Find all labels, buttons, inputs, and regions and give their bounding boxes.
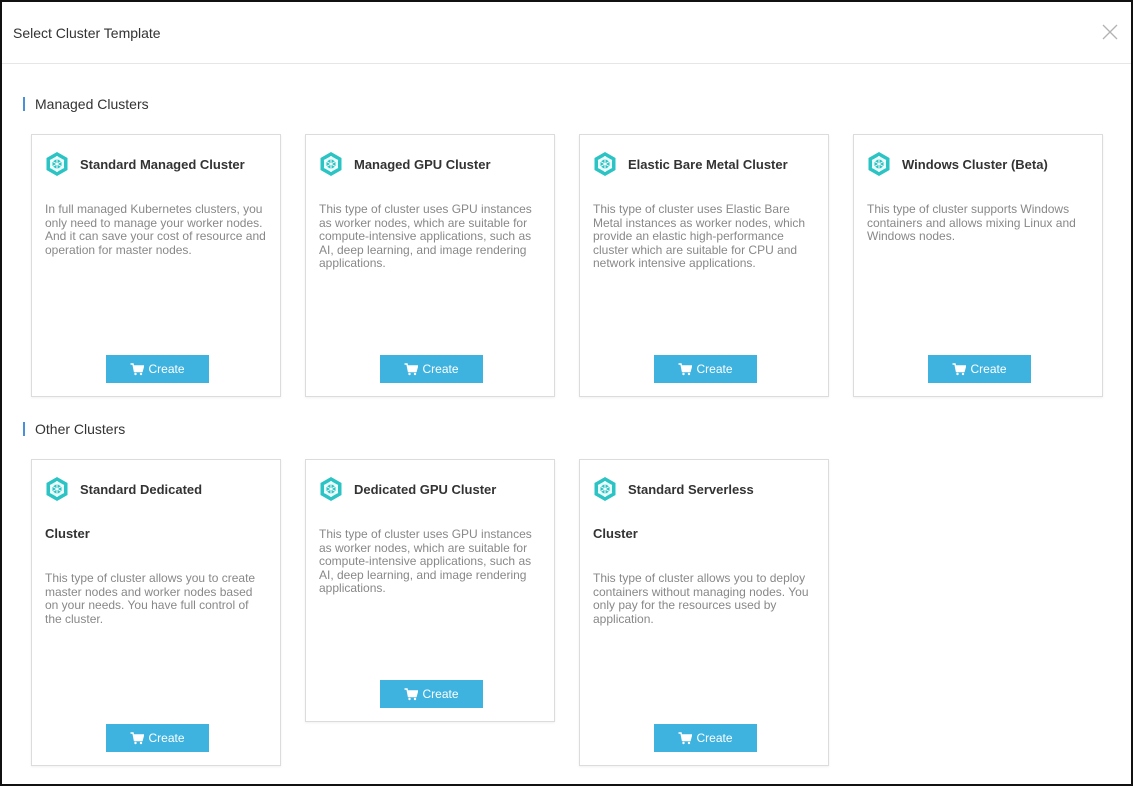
card-description: In full managed Kubernetes clusters, you…	[45, 202, 266, 257]
create-standard-managed-button[interactable]: Create	[106, 355, 209, 383]
cart-icon	[952, 362, 967, 376]
create-dedicated-gpu-button[interactable]: Create	[380, 680, 483, 708]
cluster-hexagon-icon	[320, 151, 342, 177]
close-icon	[1102, 24, 1118, 40]
card-title: Windows Cluster (Beta)	[902, 157, 1048, 172]
card-title: Standard Managed Cluster	[80, 157, 245, 172]
card-elastic-bare-metal-cluster: Elastic Bare Metal Cluster This type of …	[579, 134, 829, 397]
create-managed-gpu-button[interactable]: Create	[380, 355, 483, 383]
cart-icon	[404, 687, 419, 701]
create-button-label: Create	[696, 731, 733, 745]
create-button-label: Create	[148, 731, 185, 745]
card-windows-cluster: Windows Cluster (Beta) This type of clus…	[853, 134, 1103, 397]
card-title: Standard Dedicated	[80, 482, 203, 497]
cluster-hexagon-icon	[594, 476, 616, 502]
dialog-title: Select Cluster Template	[13, 25, 161, 41]
card-dedicated-gpu-cluster: Dedicated GPU Cluster This type of clust…	[305, 459, 555, 722]
create-button-label: Create	[422, 687, 459, 701]
create-windows-button[interactable]: Create	[928, 355, 1031, 383]
card-title: Managed GPU Cluster	[354, 157, 491, 172]
cluster-hexagon-icon	[46, 476, 68, 502]
card-title: Dedicated GPU Cluster	[354, 482, 497, 497]
card-managed-gpu-cluster: Managed GPU Cluster This type of cluster…	[305, 134, 555, 397]
cluster-hexagon-icon	[594, 151, 616, 177]
create-button-label: Create	[422, 362, 459, 376]
card-title: Standard Serverless	[628, 482, 754, 497]
card-title-line2: Cluster	[593, 526, 638, 541]
card-title: Elastic Bare Metal Cluster	[628, 157, 788, 172]
cluster-hexagon-icon	[46, 151, 68, 177]
card-description: This type of cluster uses Elastic Bare M…	[593, 202, 806, 270]
section-title-managed: Managed Clusters	[23, 96, 149, 112]
create-standard-dedicated-button[interactable]: Create	[106, 724, 209, 752]
card-description: This type of cluster allows you to deplo…	[593, 571, 809, 626]
card-description: This type of cluster uses GPU instances …	[319, 527, 532, 595]
card-description: This type of cluster allows you to creat…	[45, 571, 256, 626]
card-standard-serverless-cluster: Standard Serverless Cluster This type of…	[579, 459, 829, 766]
cart-icon	[678, 362, 693, 376]
card-description: This type of cluster supports Windows co…	[867, 202, 1076, 243]
create-button-label: Create	[148, 362, 185, 376]
cluster-hexagon-icon	[868, 151, 890, 177]
create-standard-serverless-button[interactable]: Create	[654, 724, 757, 752]
cart-icon	[404, 362, 419, 376]
section-title-other: Other Clusters	[23, 421, 125, 437]
cart-icon	[130, 362, 145, 376]
cart-icon	[130, 731, 145, 745]
select-cluster-template-dialog: Select Cluster Template Managed Clusters…	[0, 0, 1133, 786]
card-title-line2: Cluster	[45, 526, 90, 541]
cluster-hexagon-icon	[320, 476, 342, 502]
cart-icon	[678, 731, 693, 745]
create-button-label: Create	[696, 362, 733, 376]
card-standard-dedicated-cluster: Standard Dedicated Cluster This type of …	[31, 459, 281, 766]
create-button-label: Create	[970, 362, 1007, 376]
card-standard-managed-cluster: Standard Managed Cluster In full managed…	[31, 134, 281, 397]
card-description: This type of cluster uses GPU instances …	[319, 202, 532, 270]
dialog-header: Select Cluster Template	[2, 2, 1131, 64]
create-elastic-bare-metal-button[interactable]: Create	[654, 355, 757, 383]
close-button[interactable]	[1100, 22, 1120, 42]
